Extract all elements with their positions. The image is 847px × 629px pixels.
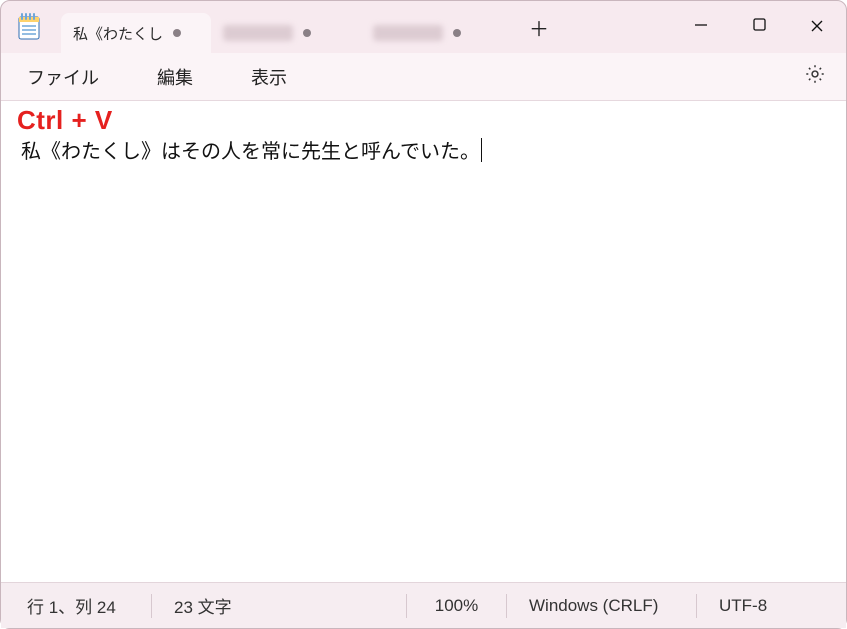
minimize-icon [694, 18, 708, 37]
maximize-button[interactable] [730, 1, 788, 53]
status-zoom[interactable]: 100% [406, 594, 506, 618]
editor-content: 私《わたくし》はその人を常に先生と呼んでいた。 [21, 135, 482, 164]
close-button[interactable] [788, 1, 846, 53]
settings-button[interactable] [794, 57, 836, 96]
tab-title: 私《わたくし [73, 23, 163, 44]
close-icon [810, 17, 824, 38]
shortcut-overlay-label: Ctrl + V [17, 105, 113, 136]
tab-active[interactable]: 私《わたくし [61, 13, 211, 53]
gear-icon [804, 72, 826, 89]
tab-inactive-1[interactable] [211, 13, 361, 53]
menu-edit[interactable]: 編集 [141, 58, 209, 96]
tab-inactive-2[interactable] [361, 13, 511, 53]
tab-title-obscured [223, 25, 293, 41]
text-caret [481, 138, 482, 162]
menu-view[interactable]: 表示 [235, 58, 303, 96]
menu-bar: ファイル 編集 表示 [1, 53, 846, 101]
modified-indicator-icon [303, 29, 311, 37]
title-bar: 私《わたくし ＋ [1, 1, 846, 53]
status-cursor-position: 行 1、列 24 [1, 594, 151, 618]
menu-file[interactable]: ファイル [11, 58, 115, 96]
plus-icon: ＋ [529, 13, 549, 42]
notepad-app-icon [15, 13, 43, 41]
modified-indicator-icon [453, 29, 461, 37]
tab-strip: 私《わたくし ＋ [61, 1, 559, 53]
text-editor-area[interactable]: Ctrl + V 私《わたくし》はその人を常に先生と呼んでいた。 [1, 101, 846, 582]
status-encoding[interactable]: UTF-8 [696, 594, 846, 618]
window-controls [672, 1, 846, 53]
status-bar: 行 1、列 24 23 文字 100% Windows (CRLF) UTF-8 [1, 582, 846, 628]
tab-title-obscured [373, 25, 443, 41]
maximize-icon [753, 18, 766, 36]
app-window: 私《わたくし ＋ [0, 0, 847, 629]
status-line-ending[interactable]: Windows (CRLF) [506, 594, 696, 618]
minimize-button[interactable] [672, 1, 730, 53]
modified-indicator-icon [173, 29, 181, 37]
status-char-count: 23 文字 [151, 594, 311, 618]
new-tab-button[interactable]: ＋ [519, 13, 559, 42]
